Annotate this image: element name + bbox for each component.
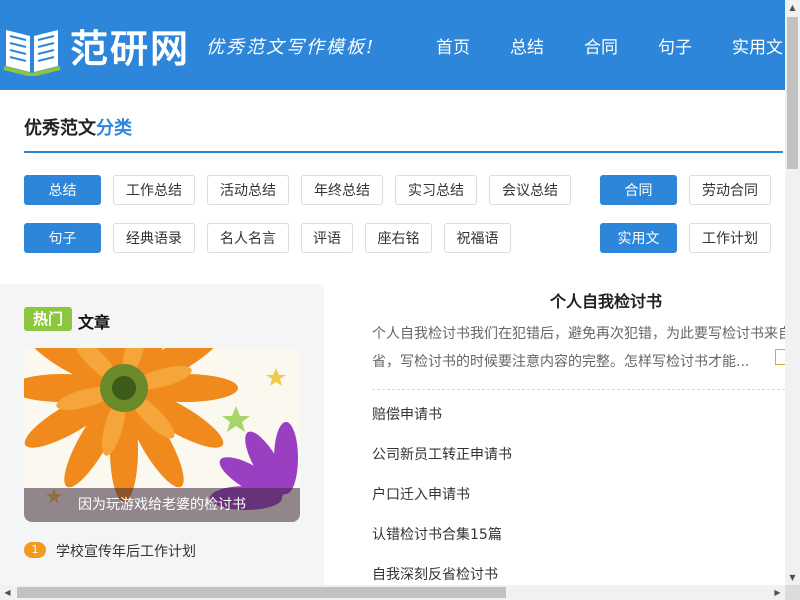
category-title: 优秀范文分类 (24, 114, 132, 140)
category-title-plain: 优秀范文 (24, 118, 96, 139)
article-list-item[interactable]: 户口迁入申请书 (372, 484, 470, 504)
vertical-scroll-thumb[interactable] (787, 17, 798, 169)
main-nav: 首页 总结 合同 句子 实用文 (0, 33, 785, 58)
article-list-item[interactable]: 认错检讨书合集15篇 (372, 524, 502, 544)
tag-motto[interactable]: 座右铭 (365, 223, 432, 253)
nav-item-summary[interactable]: 总结 (510, 33, 544, 58)
tag-work-summary[interactable]: 工作总结 (113, 175, 195, 205)
horizontal-scroll-thumb[interactable] (17, 587, 506, 598)
feature-article-summary: 个人自我检讨书我们在犯错后，避免再次犯错，为此要写检讨书来自 省，写检讨书的时候… (372, 320, 792, 376)
scroll-up-icon[interactable]: ▲ (785, 0, 800, 15)
category-divider (24, 151, 783, 153)
tag-practical-primary[interactable]: 实用文 (600, 223, 677, 253)
article-list-item[interactable]: 公司新员工转正申请书 (372, 444, 512, 464)
scroll-right-icon[interactable]: ▶ (770, 585, 785, 600)
hot-list-item[interactable]: 学校宣传年后工作计划 (56, 541, 196, 561)
hot-title: 文章 (78, 313, 111, 332)
tag-famous-quotes[interactable]: 名人名言 (207, 223, 289, 253)
tag-contract-primary[interactable]: 合同 (600, 175, 677, 205)
dashed-divider (372, 389, 785, 390)
tag-work-plan[interactable]: 工作计划 (689, 223, 771, 253)
nav-item-contract[interactable]: 合同 (584, 33, 618, 58)
tag-blessings[interactable]: 祝福语 (444, 223, 511, 253)
tag-meeting-summary[interactable]: 会议总结 (489, 175, 571, 205)
article-list-item[interactable]: 赔偿申请书 (372, 404, 442, 424)
feature-article-title[interactable]: 个人自我检讨书 (372, 288, 800, 312)
tag-sentence-primary[interactable]: 句子 (24, 223, 101, 253)
nav-item-sentence[interactable]: 句子 (658, 33, 692, 58)
tag-classic-quotes[interactable]: 经典语录 (113, 223, 195, 253)
hot-image-caption[interactable]: 因为玩游戏给老婆的检讨书 (24, 488, 300, 522)
tag-activity-summary[interactable]: 活动总结 (207, 175, 289, 205)
scroll-down-icon[interactable]: ▼ (785, 570, 800, 585)
tag-labor-contract[interactable]: 劳动合同 (689, 175, 771, 205)
feature-summary-line2: 省，写检讨书的时候要注意内容的完整。怎样写检讨书才能... (372, 354, 750, 370)
rank-badge: 1 (24, 542, 46, 558)
scroll-left-icon[interactable]: ◀ (0, 585, 15, 600)
nav-item-home[interactable]: 首页 (436, 33, 470, 58)
feature-summary-line1: 个人自我检讨书我们在犯错后，避免再次犯错，为此要写检讨书来自 (372, 326, 792, 342)
tag-yearend-summary[interactable]: 年终总结 (301, 175, 383, 205)
article-list-item[interactable]: 自我深刻反省检讨书 (372, 564, 498, 584)
nav-item-practical[interactable]: 实用文 (732, 33, 783, 58)
tag-intern-summary[interactable]: 实习总结 (395, 175, 477, 205)
hot-badge: 热门 (24, 307, 72, 331)
tag-summary-primary[interactable]: 总结 (24, 175, 101, 205)
hot-article-image[interactable]: 因为玩游戏给老婆的检讨书 (24, 348, 300, 522)
tag-comments[interactable]: 评语 (301, 223, 353, 253)
scrollbar-corner (785, 585, 800, 600)
category-title-accent: 分类 (96, 118, 132, 139)
